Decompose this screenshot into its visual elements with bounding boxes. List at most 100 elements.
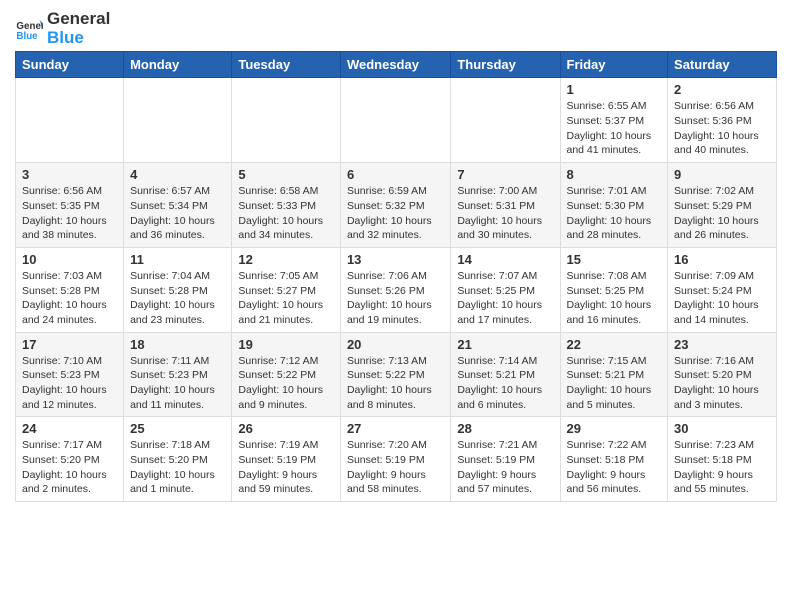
- cell-2-1: 3 Sunrise: 6:56 AMSunset: 5:35 PMDaylight…: [16, 163, 124, 248]
- cell-2-6: 8 Sunrise: 7:01 AMSunset: 5:30 PMDaylight…: [560, 163, 668, 248]
- day-info: Sunrise: 7:11 AMSunset: 5:23 PMDaylight:…: [130, 354, 225, 413]
- cell-3-7: 16 Sunrise: 7:09 AMSunset: 5:24 PMDayligh…: [668, 247, 777, 332]
- day-number: 1: [567, 82, 662, 97]
- cell-2-7: 9 Sunrise: 7:02 AMSunset: 5:29 PMDaylight…: [668, 163, 777, 248]
- cell-2-2: 4 Sunrise: 6:57 AMSunset: 5:34 PMDaylight…: [124, 163, 232, 248]
- cell-4-2: 18 Sunrise: 7:11 AMSunset: 5:23 PMDayligh…: [124, 332, 232, 417]
- day-number: 9: [674, 167, 770, 182]
- day-info: Sunrise: 7:13 AMSunset: 5:22 PMDaylight:…: [347, 354, 444, 413]
- day-info: Sunrise: 7:12 AMSunset: 5:22 PMDaylight:…: [238, 354, 334, 413]
- day-number: 30: [674, 421, 770, 436]
- header-thursday: Thursday: [451, 52, 560, 78]
- calendar-table: SundayMondayTuesdayWednesdayThursdayFrid…: [15, 51, 777, 502]
- cell-4-3: 19 Sunrise: 7:12 AMSunset: 5:22 PMDayligh…: [232, 332, 341, 417]
- day-number: 22: [567, 337, 662, 352]
- week-row-3: 10 Sunrise: 7:03 AMSunset: 5:28 PMDayligh…: [16, 247, 777, 332]
- day-info: Sunrise: 7:09 AMSunset: 5:24 PMDaylight:…: [674, 269, 770, 328]
- cell-5-3: 26 Sunrise: 7:19 AMSunset: 5:19 PMDayligh…: [232, 417, 341, 502]
- week-row-1: 1Sunrise: 6:55 AMSunset: 5:37 PMDaylight…: [16, 78, 777, 163]
- day-number: 16: [674, 252, 770, 267]
- cell-5-6: 29 Sunrise: 7:22 AMSunset: 5:18 PMDayligh…: [560, 417, 668, 502]
- logo-line2: Blue: [47, 29, 110, 48]
- day-info: Sunrise: 7:23 AMSunset: 5:18 PMDaylight:…: [674, 438, 770, 497]
- cell-1-3: [232, 78, 341, 163]
- day-number: 19: [238, 337, 334, 352]
- day-info: Sunrise: 6:58 AMSunset: 5:33 PMDaylight:…: [238, 184, 334, 243]
- logo: General Blue General Blue: [15, 10, 110, 47]
- cell-3-5: 14 Sunrise: 7:07 AMSunset: 5:25 PMDayligh…: [451, 247, 560, 332]
- day-info: Sunrise: 7:04 AMSunset: 5:28 PMDaylight:…: [130, 269, 225, 328]
- header-monday: Monday: [124, 52, 232, 78]
- day-info: Sunrise: 7:17 AMSunset: 5:20 PMDaylight:…: [22, 438, 117, 497]
- day-number: 24: [22, 421, 117, 436]
- week-row-4: 17 Sunrise: 7:10 AMSunset: 5:23 PMDayligh…: [16, 332, 777, 417]
- day-number: 20: [347, 337, 444, 352]
- week-row-2: 3 Sunrise: 6:56 AMSunset: 5:35 PMDaylight…: [16, 163, 777, 248]
- day-number: 6: [347, 167, 444, 182]
- day-number: 5: [238, 167, 334, 182]
- day-number: 10: [22, 252, 117, 267]
- day-info: Sunrise: 7:20 AMSunset: 5:19 PMDaylight:…: [347, 438, 444, 497]
- day-number: 29: [567, 421, 662, 436]
- cell-1-2: [124, 78, 232, 163]
- day-info: Sunrise: 7:16 AMSunset: 5:20 PMDaylight:…: [674, 354, 770, 413]
- header-friday: Friday: [560, 52, 668, 78]
- day-number: 7: [457, 167, 553, 182]
- cell-3-2: 11 Sunrise: 7:04 AMSunset: 5:28 PMDayligh…: [124, 247, 232, 332]
- day-info: Sunrise: 7:07 AMSunset: 5:25 PMDaylight:…: [457, 269, 553, 328]
- day-info: Sunrise: 6:57 AMSunset: 5:34 PMDaylight:…: [130, 184, 225, 243]
- day-number: 23: [674, 337, 770, 352]
- day-info: Sunrise: 7:00 AMSunset: 5:31 PMDaylight:…: [457, 184, 553, 243]
- cell-4-1: 17 Sunrise: 7:10 AMSunset: 5:23 PMDayligh…: [16, 332, 124, 417]
- day-number: 2: [674, 82, 770, 97]
- day-info: Sunrise: 6:56 AMSunset: 5:35 PMDaylight:…: [22, 184, 117, 243]
- day-info: Sunrise: 7:08 AMSunset: 5:25 PMDaylight:…: [567, 269, 662, 328]
- calendar-body: 1Sunrise: 6:55 AMSunset: 5:37 PMDaylight…: [16, 78, 777, 502]
- cell-1-1: [16, 78, 124, 163]
- day-info: Sunrise: 7:19 AMSunset: 5:19 PMDaylight:…: [238, 438, 334, 497]
- cell-5-1: 24 Sunrise: 7:17 AMSunset: 5:20 PMDayligh…: [16, 417, 124, 502]
- cell-4-6: 22 Sunrise: 7:15 AMSunset: 5:21 PMDayligh…: [560, 332, 668, 417]
- cell-3-3: 12 Sunrise: 7:05 AMSunset: 5:27 PMDayligh…: [232, 247, 341, 332]
- day-number: 26: [238, 421, 334, 436]
- cell-2-3: 5 Sunrise: 6:58 AMSunset: 5:33 PMDaylight…: [232, 163, 341, 248]
- svg-text:Blue: Blue: [16, 30, 38, 41]
- day-number: 27: [347, 421, 444, 436]
- day-info: Sunrise: 7:03 AMSunset: 5:28 PMDaylight:…: [22, 269, 117, 328]
- day-number: 8: [567, 167, 662, 182]
- day-number: 17: [22, 337, 117, 352]
- cell-1-7: 2 Sunrise: 6:56 AMSunset: 5:36 PMDaylight…: [668, 78, 777, 163]
- day-info: Sunrise: 7:05 AMSunset: 5:27 PMDaylight:…: [238, 269, 334, 328]
- cell-4-4: 20 Sunrise: 7:13 AMSunset: 5:22 PMDayligh…: [340, 332, 450, 417]
- day-number: 12: [238, 252, 334, 267]
- day-number: 4: [130, 167, 225, 182]
- day-info: Sunrise: 7:01 AMSunset: 5:30 PMDaylight:…: [567, 184, 662, 243]
- cell-1-4: [340, 78, 450, 163]
- page-header: General Blue General Blue: [15, 10, 777, 47]
- week-row-5: 24 Sunrise: 7:17 AMSunset: 5:20 PMDayligh…: [16, 417, 777, 502]
- day-info: Sunrise: 7:02 AMSunset: 5:29 PMDaylight:…: [674, 184, 770, 243]
- logo-line1: General: [47, 10, 110, 29]
- logo-icon: General Blue: [15, 15, 43, 43]
- day-info: Sunrise: 7:06 AMSunset: 5:26 PMDaylight:…: [347, 269, 444, 328]
- cell-5-2: 25Sunrise: 7:18 AMSunset: 5:20 PMDayligh…: [124, 417, 232, 502]
- cell-4-7: 23 Sunrise: 7:16 AMSunset: 5:20 PMDayligh…: [668, 332, 777, 417]
- day-number: 18: [130, 337, 225, 352]
- day-number: 11: [130, 252, 225, 267]
- day-info: Sunrise: 7:21 AMSunset: 5:19 PMDaylight:…: [457, 438, 553, 497]
- header-saturday: Saturday: [668, 52, 777, 78]
- header-wednesday: Wednesday: [340, 52, 450, 78]
- day-info: Sunrise: 7:22 AMSunset: 5:18 PMDaylight:…: [567, 438, 662, 497]
- cell-5-7: 30 Sunrise: 7:23 AMSunset: 5:18 PMDayligh…: [668, 417, 777, 502]
- day-number: 21: [457, 337, 553, 352]
- day-number: 25: [130, 421, 225, 436]
- header-tuesday: Tuesday: [232, 52, 341, 78]
- day-number: 15: [567, 252, 662, 267]
- day-info: Sunrise: 6:56 AMSunset: 5:36 PMDaylight:…: [674, 99, 770, 158]
- calendar-header-row: SundayMondayTuesdayWednesdayThursdayFrid…: [16, 52, 777, 78]
- day-number: 14: [457, 252, 553, 267]
- day-number: 3: [22, 167, 117, 182]
- day-info: Sunrise: 7:10 AMSunset: 5:23 PMDaylight:…: [22, 354, 117, 413]
- day-info: Sunrise: 7:15 AMSunset: 5:21 PMDaylight:…: [567, 354, 662, 413]
- cell-5-4: 27 Sunrise: 7:20 AMSunset: 5:19 PMDayligh…: [340, 417, 450, 502]
